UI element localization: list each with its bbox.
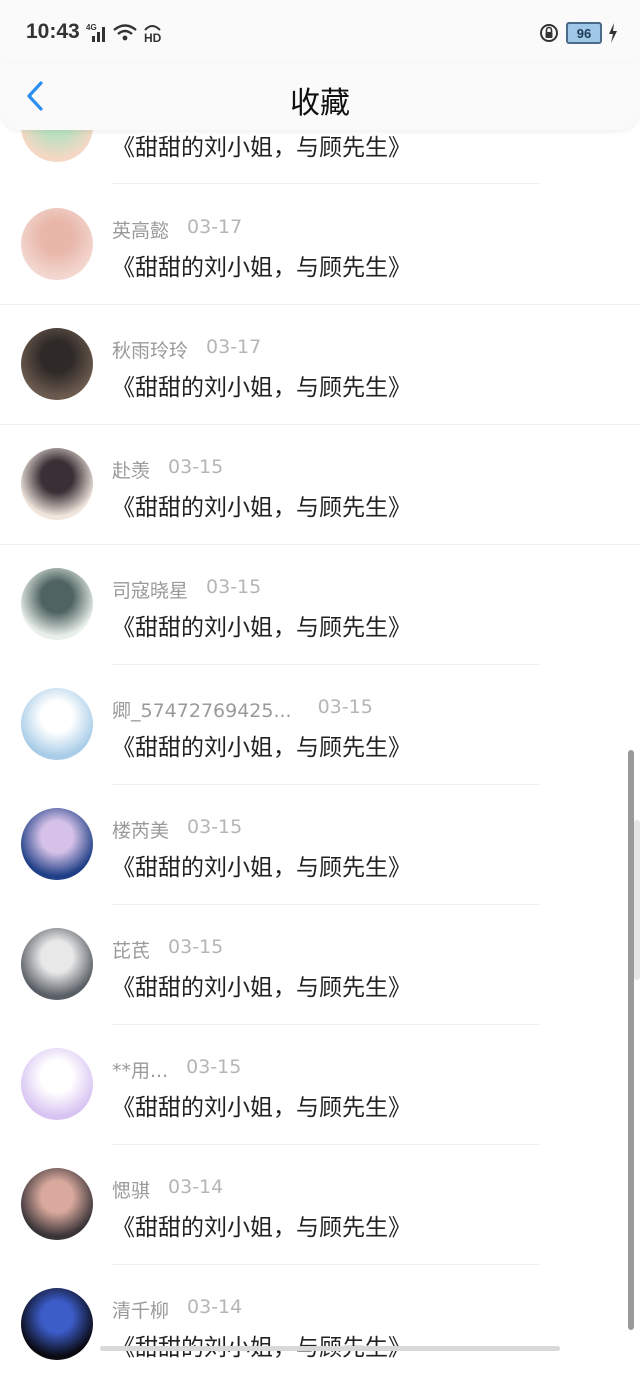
date: 03-15 — [187, 816, 243, 838]
item-title: 《甜甜的刘小姐，与顾先生》 — [112, 615, 411, 641]
username[interactable]: 英高懿 — [112, 216, 169, 243]
date: 03-17 — [206, 336, 262, 358]
list-item[interactable]: 楼芮美 03-15 《甜甜的刘小姐，与顾先生》 — [0, 785, 640, 905]
item-title: 《甜甜的刘小姐，与顾先生》 — [112, 735, 411, 761]
item-meta: 愢骐 03-14 — [112, 1176, 223, 1203]
date: 03-15 — [186, 1056, 242, 1078]
battery-icon: 96 — [566, 22, 602, 44]
username[interactable]: 楼芮美 — [112, 816, 169, 843]
item-meta: 芘芪 03-15 — [112, 936, 223, 963]
item-title: 《甜甜的刘小姐，与顾先生》 — [112, 855, 411, 881]
item-title: 《甜甜的刘小姐，与顾先生》 — [112, 495, 411, 521]
avatar[interactable] — [21, 568, 93, 640]
item-title: 《甜甜的刘小姐，与顾先生》 — [112, 1095, 411, 1121]
list-item[interactable]: 英高懿 03-17 《甜甜的刘小姐，与顾先生》 — [0, 185, 640, 305]
item-meta: 秋雨玲玲 03-17 — [112, 336, 261, 363]
signal-icon: 4G — [86, 23, 105, 42]
item-meta: 卿_57472769425... 03-15 — [112, 696, 373, 723]
item-title: 《甜甜的刘小姐，与顾先生》 — [112, 375, 411, 401]
username[interactable]: 秋雨玲玲 — [112, 336, 188, 363]
list-item[interactable]: 清千柳 03-14 《甜甜的刘小姐，与顾先生》 — [0, 1265, 640, 1385]
username[interactable]: 司寇晓星 — [112, 576, 188, 603]
date: 03-15 — [168, 456, 224, 478]
username[interactable]: 清千柳 — [112, 1296, 169, 1323]
list-item[interactable]: **用... 03-15 《甜甜的刘小姐，与顾先生》 — [0, 1025, 640, 1145]
item-title: 《甜甜的刘小姐，与顾先生》 — [112, 255, 411, 281]
date: 03-14 — [187, 1296, 243, 1318]
divider — [112, 183, 540, 184]
avatar[interactable] — [21, 208, 93, 280]
date: 03-17 — [187, 216, 243, 238]
item-meta: 楼芮美 03-15 — [112, 816, 242, 843]
date: 03-15 — [168, 936, 224, 958]
rotation-lock-icon — [540, 24, 558, 42]
date: 03-15 — [317, 696, 373, 718]
hd-icon: HD — [144, 25, 162, 44]
charging-icon — [609, 23, 617, 43]
hd-label: HD — [144, 31, 162, 44]
avatar[interactable] — [21, 1168, 93, 1240]
avatar[interactable] — [21, 688, 93, 760]
item-meta: 赴羡 03-15 — [112, 456, 223, 483]
list-item[interactable]: 秋雨玲玲 03-17 《甜甜的刘小姐，与顾先生》 — [0, 305, 640, 425]
username[interactable]: 芘芪 — [112, 936, 150, 963]
username[interactable]: 卿_57472769425... — [112, 696, 292, 723]
avatar[interactable] — [21, 1048, 93, 1120]
page-title: 收藏 — [290, 86, 350, 121]
status-bar: 10:43 4G HD 96 — [0, 0, 640, 64]
status-right: 96 — [538, 20, 618, 46]
username[interactable]: 赴羡 — [112, 456, 150, 483]
scroll-handle[interactable] — [634, 820, 640, 980]
network-label: 4G — [86, 23, 97, 32]
avatar[interactable] — [21, 928, 93, 1000]
avatar[interactable] — [21, 448, 93, 520]
wifi-icon — [113, 24, 137, 41]
list-item[interactable]: 司寇晓星 03-15 《甜甜的刘小姐，与顾先生》 — [0, 545, 640, 665]
home-indicator[interactable] — [100, 1346, 560, 1351]
list-item[interactable]: 卿_57472769425... 03-15 《甜甜的刘小姐，与顾先生》 — [0, 665, 640, 785]
item-title: 《甜甜的刘小姐，与顾先生》 — [112, 1215, 411, 1241]
item-meta: **用... 03-15 — [112, 1056, 241, 1083]
list-item[interactable]: 赴羡 03-15 《甜甜的刘小姐，与顾先生》 — [0, 425, 640, 545]
avatar[interactable] — [21, 808, 93, 880]
nav-bar: 收藏 — [0, 64, 640, 130]
item-title: 《甜甜的刘小姐，与顾先生》 — [112, 975, 411, 1001]
item-title: 《甜甜的刘小姐，与顾先生》 — [112, 1335, 411, 1361]
date: 03-14 — [168, 1176, 224, 1198]
avatar[interactable] — [21, 1288, 93, 1360]
avatar[interactable] — [21, 328, 93, 400]
username[interactable]: 愢骐 — [112, 1176, 150, 1203]
list-item[interactable]: 愢骐 03-14 《甜甜的刘小姐，与顾先生》 — [0, 1145, 640, 1265]
item-title: 《甜甜的刘小姐，与顾先生》 — [112, 135, 411, 161]
username[interactable]: **用... — [112, 1056, 168, 1083]
status-time: 10:43 — [26, 20, 80, 43]
list-item[interactable]: 芘芪 03-15 《甜甜的刘小姐，与顾先生》 — [0, 905, 640, 1025]
item-meta: 司寇晓星 03-15 — [112, 576, 261, 603]
item-meta: 英高懿 03-17 — [112, 216, 242, 243]
status-icons: 4G HD — [86, 20, 168, 46]
date: 03-15 — [206, 576, 262, 598]
item-meta: 清千柳 03-14 — [112, 1296, 242, 1323]
